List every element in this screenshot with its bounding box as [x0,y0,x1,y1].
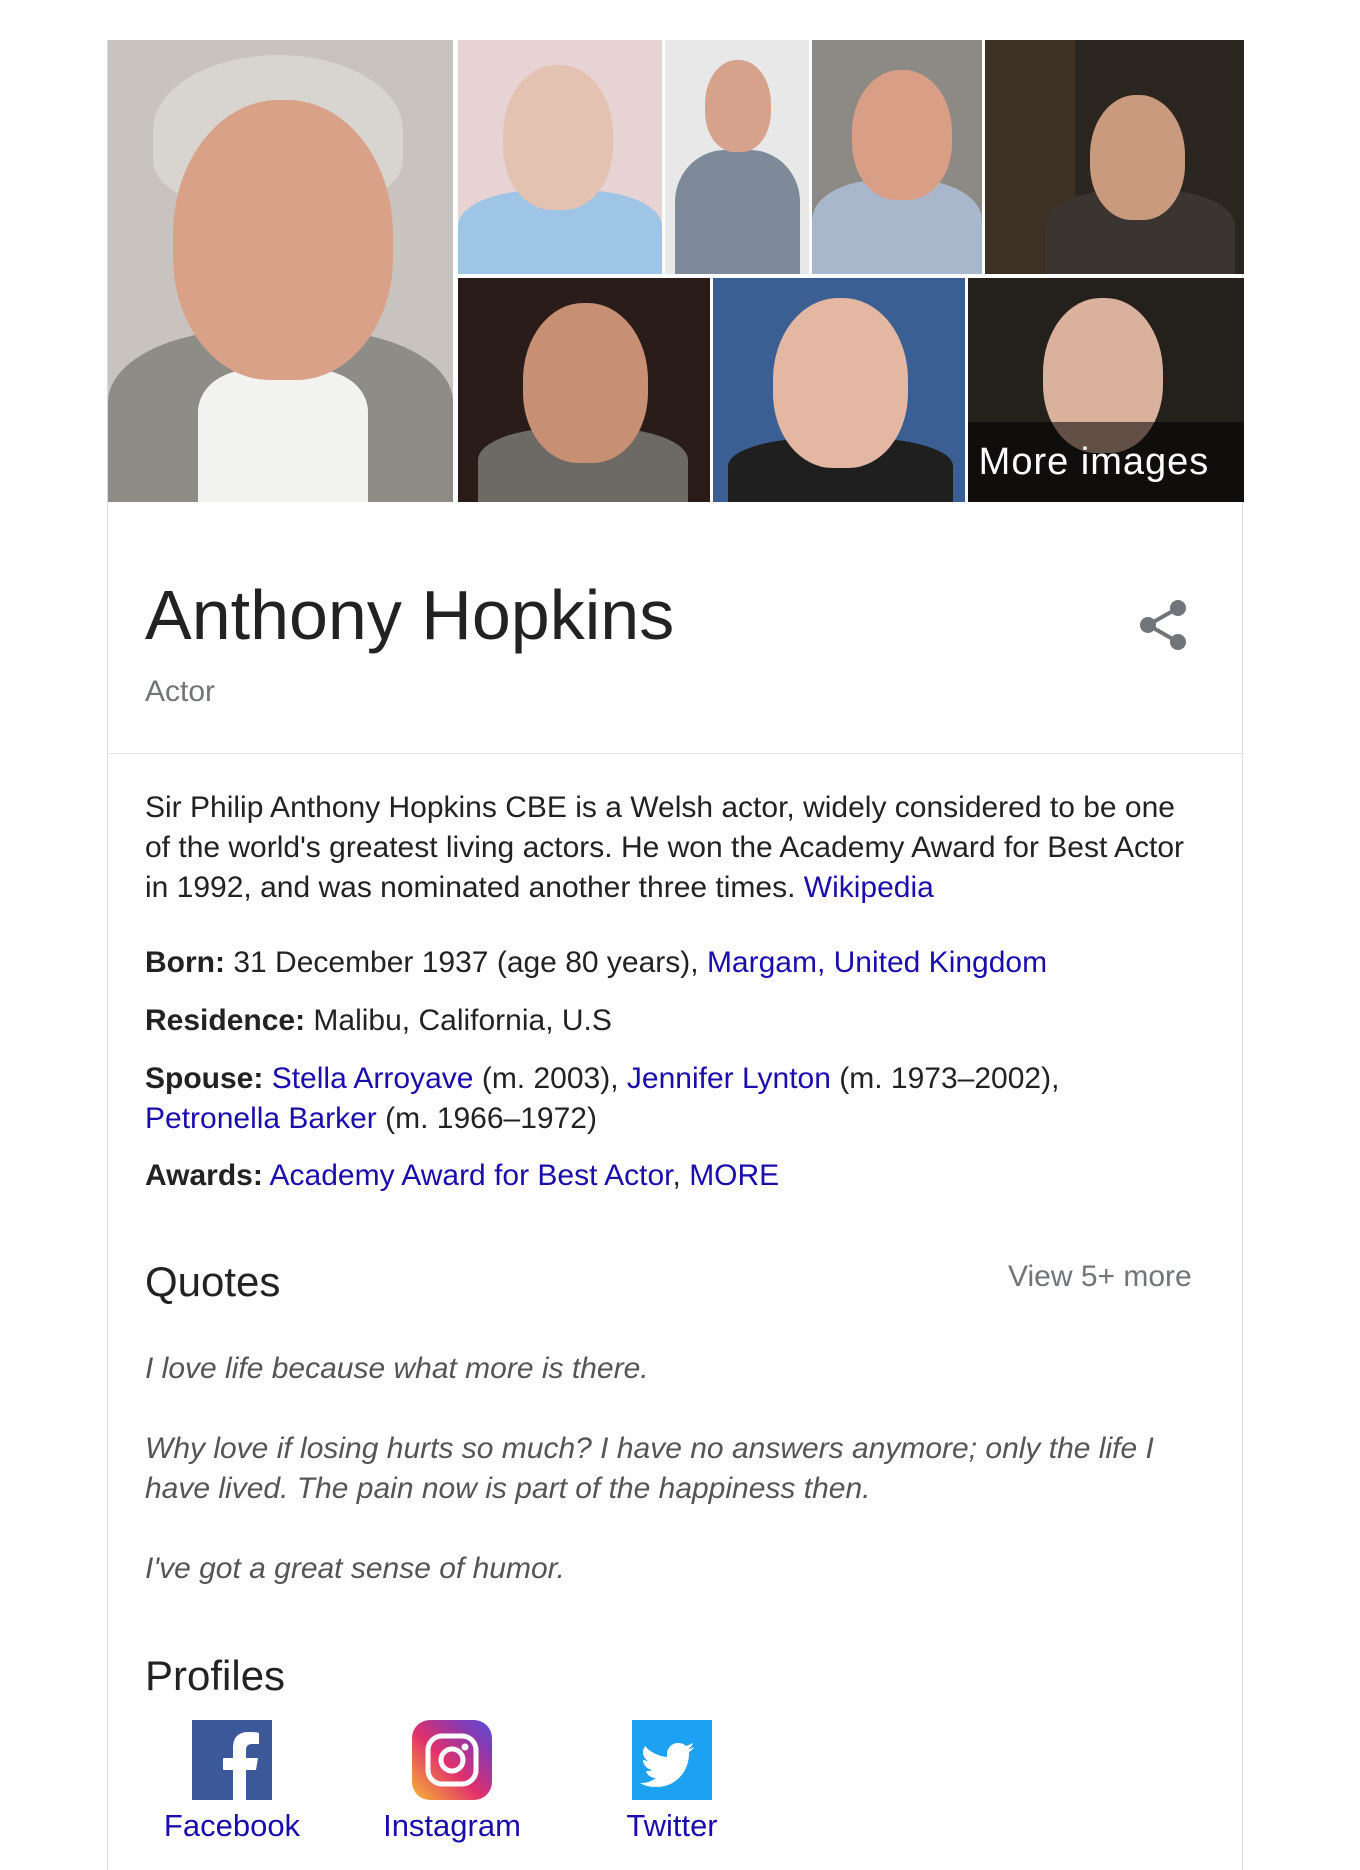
photo-6[interactable] [458,278,710,502]
awards-separator: , [672,1159,681,1192]
fact-spouse: Spouse: Stella Arroyave (m. 2003), Jenni… [145,1059,1205,1139]
profile-label: Twitter [626,1808,718,1843]
description-text: Sir Philip Anthony Hopkins CBE is a Wels… [145,791,1185,904]
spouse-note-stella: (m. 2003), [481,1062,619,1095]
spouse-link-stella[interactable]: Stella Arroyave [272,1062,474,1095]
profile-label: Facebook [163,1808,301,1843]
fact-residence: Residence: Malibu, California, U.S [145,1001,1205,1041]
spouse-note-jennifer: (m. 1973–2002), [839,1062,1060,1095]
profile-facebook[interactable]: Facebook [142,1720,322,1844]
photo-8[interactable]: More images [968,278,1244,502]
instagram-icon [412,1720,492,1800]
fact-spouse-label: Spouse: [145,1062,264,1095]
photo-5[interactable] [985,40,1244,274]
view-more-quotes-link[interactable]: View 5+ more [1008,1260,1192,1294]
quote-item: Why love if losing hurts so much? I have… [145,1432,1154,1505]
profiles-heading: Profiles [145,1652,286,1699]
fact-residence-value: Malibu, California, U.S [313,1004,612,1037]
quote-item: I've got a great sense of humor. [145,1552,565,1585]
fact-awards: Awards: Academy Award for Best Actor, MO… [145,1156,1205,1196]
spouse-link-jennifer[interactable]: Jennifer Lynton [627,1062,831,1095]
share-button[interactable] [1128,590,1198,660]
share-icon [1140,600,1186,650]
awards-more-link[interactable]: MORE [689,1159,779,1192]
spouse-link-petronella[interactable]: Petronella Barker [145,1102,377,1135]
fact-residence-label: Residence: [145,1004,306,1037]
photo-3[interactable] [665,40,809,274]
photo-2[interactable] [458,40,662,274]
knowledge-panel: More images Anthony Hopkins Actor Sir Ph… [107,40,1244,1870]
quotes-heading: Quotes [145,1258,281,1305]
wikipedia-link[interactable]: Wikipedia [804,871,934,904]
facebook-icon [192,1720,272,1800]
header-divider [108,753,1242,754]
entity-subtitle: Actor [145,675,216,708]
photo-4[interactable] [812,40,982,274]
fact-awards-label: Awards: [145,1159,263,1192]
main-photo[interactable] [108,40,453,502]
more-images-button[interactable]: More images [968,422,1244,502]
entity-title: Anthony Hopkins [145,576,675,654]
twitter-icon [632,1720,712,1800]
quote-item: I love life because what more is there. [145,1352,649,1385]
fact-born-value: 31 December 1937 (age 80 years), [233,946,699,979]
award-link[interactable]: Academy Award for Best Actor [270,1159,673,1192]
fact-born: Born: 31 December 1937 (age 80 years), M… [145,943,1205,983]
birthplace-link[interactable]: Margam, United Kingdom [707,946,1047,979]
photo-7[interactable] [713,278,965,502]
fact-born-label: Born: [145,946,225,979]
description: Sir Philip Anthony Hopkins CBE is a Wels… [145,788,1205,908]
profile-label: Instagram [383,1808,521,1843]
spouse-note-petronella: (m. 1966–1972) [385,1102,597,1135]
profile-twitter[interactable]: Twitter [582,1720,762,1844]
profile-instagram[interactable]: Instagram [362,1720,542,1844]
